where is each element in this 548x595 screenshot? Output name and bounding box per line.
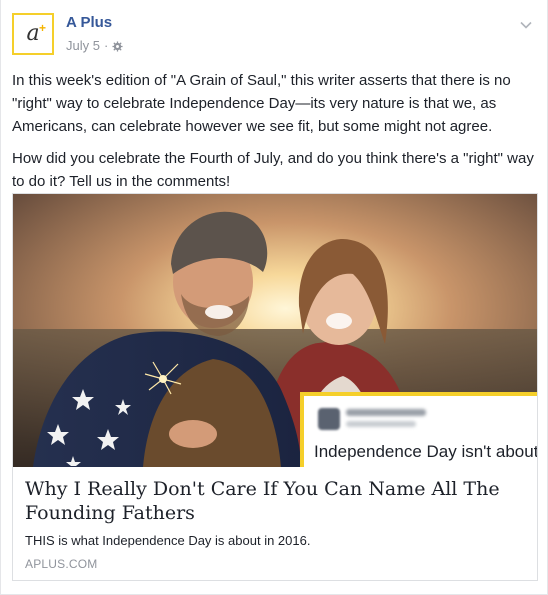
meta-separator: · xyxy=(103,38,109,53)
page-name-link[interactable]: A Plus xyxy=(66,14,112,31)
post-meta: July 5 · xyxy=(66,38,123,53)
avatar-plus-mark: + xyxy=(38,21,46,35)
facebook-post: a + A Plus July 5 · In this week's editi… xyxy=(0,0,548,595)
link-preview-card[interactable]: Independence Day isn't about Why I Reall… xyxy=(12,193,538,581)
post-header: a + A Plus July 5 · xyxy=(12,11,538,61)
post-text: In this week's edition of "A Grain of Sa… xyxy=(12,69,536,202)
tweet-avatar-blurred xyxy=(318,408,340,430)
link-domain: APLUS.COM xyxy=(25,557,98,571)
tweet-handle-blurred xyxy=(346,421,416,427)
tweet-overlay: Independence Day isn't about xyxy=(300,392,537,467)
tweet-name-blurred xyxy=(346,409,426,416)
link-description: THIS is what Independence Day is about i… xyxy=(25,533,311,548)
page-avatar[interactable]: a + xyxy=(12,13,54,55)
post-date[interactable]: July 5 xyxy=(66,38,100,53)
post-paragraph-2: How did you celebrate the Fourth of July… xyxy=(12,150,534,190)
link-preview-image[interactable]: Independence Day isn't about xyxy=(13,194,537,467)
tweet-overlay-text: Independence Day isn't about xyxy=(314,442,537,461)
link-preview-body[interactable]: Why I Really Don't Care If You Can Name … xyxy=(13,467,537,580)
globe-icon[interactable] xyxy=(112,41,123,52)
post-paragraph-1: In this week's edition of "A Grain of Sa… xyxy=(12,72,511,135)
chevron-down-icon[interactable] xyxy=(518,17,534,33)
avatar-letter: a xyxy=(26,20,40,46)
link-title[interactable]: Why I Really Don't Care If You Can Name … xyxy=(25,477,525,525)
